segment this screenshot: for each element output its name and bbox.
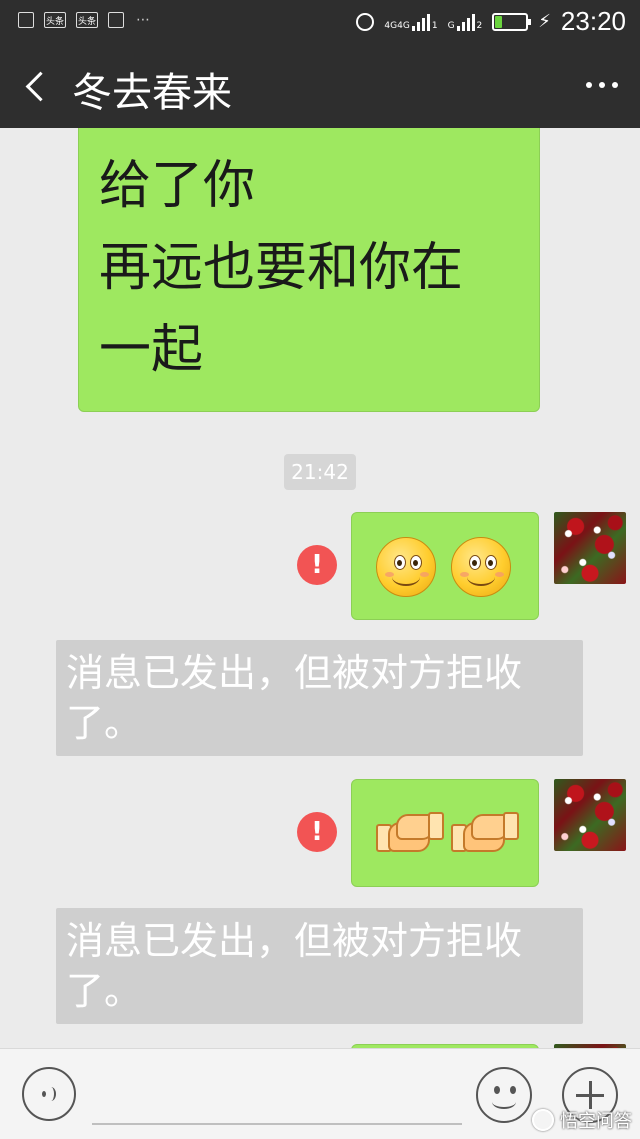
status-time: 23:20 bbox=[560, 6, 626, 36]
chat-header: 冬去春来 bbox=[0, 44, 640, 128]
message-bubble[interactable] bbox=[351, 779, 539, 887]
alarm-icon bbox=[356, 12, 375, 31]
charging-icon: ⚡ bbox=[538, 11, 551, 32]
battery-level bbox=[495, 15, 502, 28]
smile-emoji-icon bbox=[376, 537, 436, 597]
battery-icon bbox=[492, 12, 532, 31]
network-type-label: G bbox=[447, 20, 455, 31]
timestamp: 21:42 bbox=[284, 454, 356, 490]
more-notifications-icon: ⋯ bbox=[136, 12, 150, 28]
status-bar: 头条 头条 ⋯ 4G4G 1 G 2 ⚡ 23:20 bbox=[0, 0, 640, 44]
voice-input-button[interactable] bbox=[22, 1067, 76, 1121]
signal-sim2: G 2 bbox=[447, 13, 483, 31]
message-bubble[interactable]: 我把我的真爱留 给了你 再远也要和你在 一起 bbox=[78, 128, 540, 412]
handshake-emoji-icon bbox=[376, 810, 444, 860]
input-bar: 悟空问答 bbox=[0, 1048, 640, 1139]
status-left-icons: 头条 头条 ⋯ bbox=[18, 12, 150, 28]
rejected-notice: 消息已发出，但被对方拒收了。 bbox=[56, 908, 583, 1024]
handshake-emoji-icon bbox=[451, 810, 519, 860]
smile-emoji-icon bbox=[451, 537, 511, 597]
send-failed-icon[interactable]: ! bbox=[297, 812, 337, 852]
signal-bars-icon bbox=[456, 13, 475, 31]
signal-sim1: 4G4G 1 bbox=[384, 13, 438, 31]
avatar[interactable] bbox=[554, 779, 626, 851]
send-failed-icon[interactable]: ! bbox=[297, 545, 337, 585]
sim-index-label: 2 bbox=[476, 20, 483, 31]
emoji-button[interactable] bbox=[476, 1067, 532, 1123]
sim-index-label: 1 bbox=[431, 20, 438, 31]
avatar[interactable] bbox=[554, 512, 626, 584]
toutiao-icon-label: 头条 bbox=[77, 16, 96, 27]
toutiao-icon: 头条 bbox=[76, 12, 98, 28]
message-input[interactable] bbox=[92, 1123, 462, 1125]
message-bubble[interactable] bbox=[351, 512, 539, 620]
status-right-icons: 4G4G 1 G 2 ⚡ 23:20 bbox=[356, 6, 626, 37]
chat-area[interactable]: 我把我的真爱留 给了你 再远也要和你在 一起 21:42 ! 消息已发出，但被对… bbox=[0, 128, 640, 1048]
signal-bars-icon bbox=[411, 13, 430, 31]
watermark: 悟空问答 bbox=[532, 1107, 632, 1133]
gallery-icon bbox=[18, 12, 34, 28]
rejected-notice: 消息已发出，但被对方拒收了。 bbox=[56, 640, 583, 756]
toutiao-icon-label: 头条 bbox=[45, 16, 64, 27]
mail-icon bbox=[108, 12, 124, 28]
message-text: 我把我的真爱留 给了你 再远也要和你在 一起 bbox=[99, 128, 464, 380]
network-type-label: 4G4G bbox=[384, 20, 410, 31]
chat-title: 冬去春来 bbox=[72, 70, 232, 116]
back-button[interactable] bbox=[20, 66, 60, 106]
more-options-button[interactable] bbox=[586, 82, 618, 88]
watermark-logo-icon bbox=[532, 1109, 554, 1131]
toutiao-icon: 头条 bbox=[44, 12, 66, 28]
watermark-text: 悟空问答 bbox=[560, 1111, 632, 1132]
